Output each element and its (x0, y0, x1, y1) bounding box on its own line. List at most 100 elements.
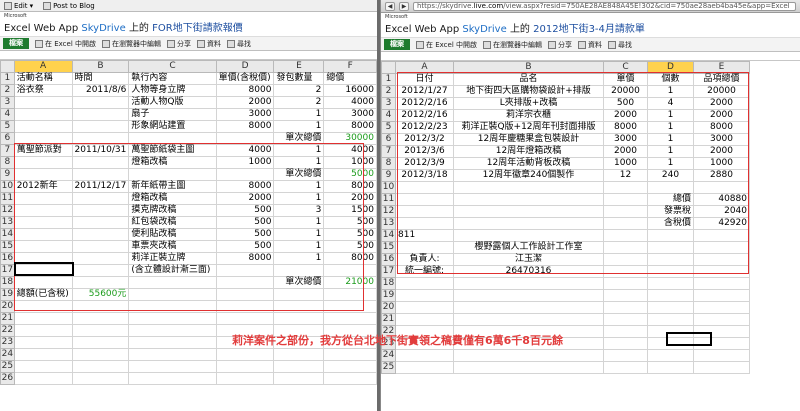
cell-b[interactable] (71, 360, 130, 373)
cell-b[interactable] (71, 204, 130, 217)
cell-e[interactable]: 2 (273, 84, 325, 97)
cell-f[interactable] (323, 372, 377, 385)
cell-c[interactable] (128, 312, 217, 325)
cell-b[interactable]: L夾排版+改稿 (453, 97, 604, 110)
row-header[interactable]: 11 (381, 193, 396, 206)
cell-e[interactable] (693, 313, 750, 326)
cell-c[interactable]: 形象網站建置 (128, 120, 217, 133)
cell-c[interactable]: 3000 (603, 133, 648, 146)
share-button[interactable]: 分享 (167, 39, 191, 49)
cell-a[interactable]: 2012/1/27 (395, 85, 454, 98)
cell-e[interactable] (693, 277, 750, 290)
cell-b[interactable]: 莉洋正裝Q版+12周年刊封面排版 (453, 121, 604, 134)
cell-c[interactable]: 莉洋正裝立牌 (128, 252, 217, 265)
cell-c[interactable]: 新年紙帶主圖 (128, 180, 217, 193)
row-header[interactable]: 17 (0, 264, 15, 277)
row-header[interactable]: 1 (0, 72, 15, 85)
cell-e[interactable]: 2 (273, 96, 325, 109)
cell-b[interactable]: 55600元 (71, 288, 130, 301)
cell-d[interactable]: 發票稅 (647, 205, 694, 218)
cell-a[interactable] (13, 216, 73, 229)
cell-e[interactable]: 20000 (693, 85, 750, 98)
cell-e[interactable]: 1 (273, 156, 325, 169)
cell-b[interactable]: 2011/10/31 (71, 144, 130, 157)
cell-a[interactable]: 811 (395, 229, 454, 242)
cell-a[interactable] (13, 276, 73, 289)
cell-d[interactable] (215, 288, 275, 301)
row-header[interactable]: 16 (381, 253, 396, 266)
cell-a[interactable] (395, 361, 454, 374)
cell-f[interactable] (323, 264, 377, 277)
cell-d[interactable] (215, 132, 275, 145)
cell-a[interactable] (13, 264, 73, 277)
cell-e[interactable] (273, 360, 325, 373)
cell-b[interactable]: 12周年慶糖果盒包裝設計 (453, 133, 604, 146)
edit-in-browser-button[interactable]: 在瀏覽器中編輯 (102, 39, 161, 49)
cell-f[interactable] (323, 312, 377, 325)
cell-c[interactable] (128, 276, 217, 289)
cell-f[interactable]: 500 (323, 216, 377, 229)
cell-e[interactable]: 2040 (693, 205, 750, 218)
cell-c[interactable] (128, 132, 217, 145)
cell-c[interactable]: 摸克牌改稿 (128, 204, 217, 217)
cell-e[interactable] (273, 264, 325, 277)
cell-d[interactable] (215, 360, 275, 373)
cell-c[interactable] (603, 181, 648, 194)
formula-bar[interactable] (0, 51, 377, 60)
row-header[interactable]: 10 (381, 181, 396, 194)
row-header[interactable]: 16 (0, 252, 15, 265)
cell-c[interactable] (603, 193, 648, 206)
row-header[interactable]: 2 (381, 85, 396, 98)
cell-b[interactable] (71, 264, 130, 277)
column-header-c[interactable]: C (128, 60, 217, 73)
cell-f[interactable] (323, 288, 377, 301)
row-header[interactable]: 12 (0, 204, 15, 217)
file-name[interactable]: FOR地下街請款報價 (152, 23, 243, 34)
row-header[interactable]: 26 (0, 372, 15, 385)
cell-d[interactable] (647, 337, 694, 350)
cell-c[interactable] (128, 348, 217, 361)
row-header[interactable]: 7 (0, 144, 15, 157)
row-header[interactable]: 13 (381, 217, 396, 230)
cell-b[interactable] (71, 156, 130, 169)
cell-e[interactable]: 發包數量 (273, 72, 325, 85)
edit-menu[interactable]: Edit ▾ (4, 1, 33, 10)
cell-b[interactable] (453, 277, 604, 290)
cell-d[interactable] (215, 312, 275, 325)
row-header[interactable]: 23 (0, 336, 15, 349)
cell-b[interactable] (71, 216, 130, 229)
cell-b[interactable] (71, 168, 130, 181)
cell-c[interactable]: 人物等身立牌 (128, 84, 217, 97)
cell-f[interactable]: 30000 (323, 132, 377, 145)
column-header-b[interactable]: B (453, 61, 604, 74)
cell-f[interactable]: 4000 (323, 96, 377, 109)
cell-e[interactable]: 42920 (693, 217, 750, 230)
cell-d[interactable]: 總價 (647, 193, 694, 206)
row-header[interactable]: 13 (0, 216, 15, 229)
cell-a[interactable] (395, 313, 454, 326)
cell-b[interactable] (71, 192, 130, 205)
cell-c[interactable] (603, 325, 648, 338)
cell-d[interactable]: 4 (647, 97, 694, 110)
cell-e[interactable] (693, 265, 750, 278)
cell-b[interactable]: 2011/8/6 (71, 84, 130, 97)
cell-b[interactable] (71, 252, 130, 265)
row-header[interactable]: 20 (0, 300, 15, 313)
column-header-d[interactable]: D (647, 61, 694, 74)
cell-e[interactable]: 1 (273, 192, 325, 205)
cell-c[interactable]: 20000 (603, 85, 648, 98)
cell-c[interactable]: 500 (603, 97, 648, 110)
cell-b[interactable] (453, 217, 604, 230)
cell-a[interactable] (13, 204, 73, 217)
cell-d[interactable]: 個數 (647, 73, 694, 86)
cell-d[interactable] (647, 229, 694, 242)
row-header[interactable]: 25 (381, 361, 396, 374)
cell-c[interactable]: 扇子 (128, 108, 217, 121)
cell-a[interactable] (395, 241, 454, 254)
cell-b[interactable] (453, 289, 604, 302)
cell-b[interactable] (453, 313, 604, 326)
cell-b[interactable] (71, 96, 130, 109)
row-header[interactable]: 22 (0, 324, 15, 337)
row-header[interactable]: 19 (381, 289, 396, 302)
cell-c[interactable] (603, 205, 648, 218)
